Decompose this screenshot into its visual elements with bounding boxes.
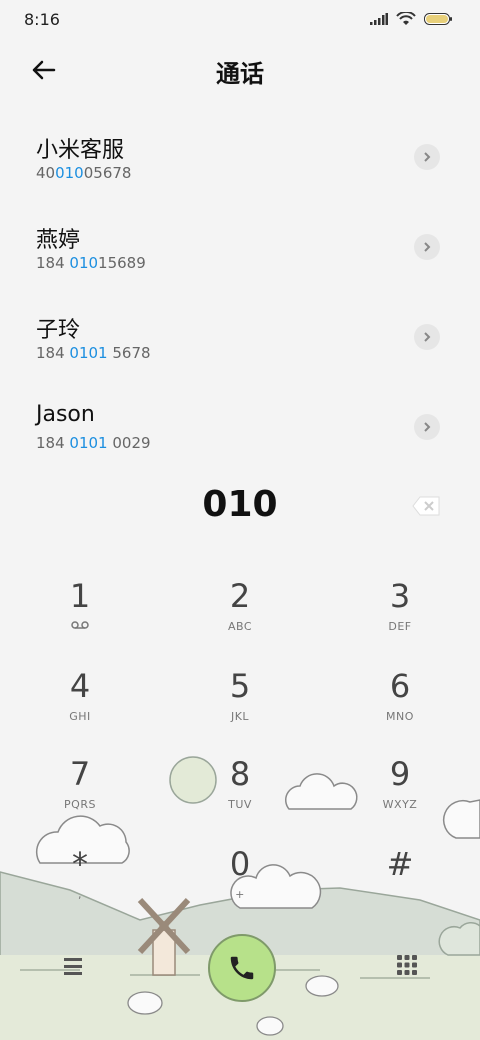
key-star[interactable]: * , bbox=[20, 848, 140, 928]
contact-name: 子玲 bbox=[36, 318, 81, 343]
signal-icon bbox=[370, 13, 388, 25]
contact-name: Jason bbox=[36, 402, 95, 427]
key-digit: 8 bbox=[229, 755, 251, 793]
key-5[interactable]: 5 JKL bbox=[180, 670, 300, 750]
contact-number: 184 01015689 bbox=[36, 254, 146, 272]
contact-detail-button[interactable] bbox=[414, 324, 440, 350]
key-8[interactable]: 8 TUV bbox=[180, 758, 300, 838]
keypad-toggle-button[interactable] bbox=[396, 954, 418, 976]
contact-number: 4001005678 bbox=[36, 164, 132, 182]
key-digit: 0 bbox=[229, 845, 251, 883]
key-letters: JKL bbox=[230, 710, 250, 723]
key-3[interactable]: 3 DEF bbox=[340, 580, 460, 660]
voicemail-icon bbox=[20, 620, 140, 633]
contact-detail-button[interactable] bbox=[414, 144, 440, 170]
contact-number: 184 0101 5678 bbox=[36, 344, 151, 362]
delete-button[interactable] bbox=[412, 496, 440, 516]
key-letters: + bbox=[235, 888, 245, 901]
page-title: 通话 bbox=[216, 60, 264, 88]
contact-row[interactable]: 子玲 184 0101 5678 bbox=[0, 298, 480, 388]
bottom-actions bbox=[0, 928, 480, 1008]
key-letters: MNO bbox=[386, 710, 414, 723]
wifi-icon bbox=[396, 12, 416, 25]
key-6[interactable]: 6 MNO bbox=[340, 670, 460, 750]
key-letters: , bbox=[78, 888, 82, 901]
contact-row[interactable]: 小米客服 4001005678 bbox=[0, 118, 480, 208]
key-letters: WXYZ bbox=[382, 798, 418, 811]
key-digit: 9 bbox=[389, 755, 411, 793]
key-digit: 6 bbox=[389, 667, 411, 705]
key-digit: * bbox=[72, 845, 88, 883]
key-digit: # bbox=[386, 845, 414, 883]
contact-row[interactable]: Jason 184 0101 0029 bbox=[0, 388, 480, 478]
battery-icon bbox=[424, 13, 452, 25]
key-hash[interactable]: # bbox=[340, 848, 460, 928]
key-7[interactable]: 7 PQRS bbox=[20, 758, 140, 838]
key-4[interactable]: 4 GHI bbox=[20, 670, 140, 750]
key-letters: GHI bbox=[69, 710, 91, 723]
contact-name: 燕婷 bbox=[36, 228, 81, 253]
key-letters: PQRS bbox=[64, 798, 96, 811]
key-letters: DEF bbox=[388, 620, 412, 633]
status-bar: 8:16 bbox=[0, 0, 480, 40]
key-digit: 3 bbox=[389, 577, 411, 615]
menu-icon bbox=[64, 958, 82, 975]
chevron-right-icon bbox=[424, 242, 431, 252]
header: 通话 bbox=[0, 44, 480, 96]
contact-name: 小米客服 bbox=[36, 138, 125, 163]
key-9[interactable]: 9 WXYZ bbox=[340, 758, 460, 838]
key-letters: TUV bbox=[228, 798, 252, 811]
phone-icon bbox=[230, 956, 254, 980]
key-1[interactable]: 1 bbox=[20, 580, 140, 660]
dialed-number: 010 bbox=[202, 484, 278, 525]
key-digit: 2 bbox=[229, 577, 251, 615]
contact-results: 小米客服 4001005678 燕婷 184 01015689 子玲 184 0… bbox=[0, 118, 480, 478]
chevron-right-icon bbox=[424, 332, 431, 342]
menu-button[interactable] bbox=[60, 956, 86, 976]
key-digit: 5 bbox=[229, 667, 251, 705]
key-digit: 4 bbox=[69, 667, 91, 705]
contact-number: 184 0101 0029 bbox=[36, 434, 151, 452]
contact-row[interactable]: 燕婷 184 01015689 bbox=[0, 208, 480, 298]
contact-detail-button[interactable] bbox=[414, 234, 440, 260]
call-button[interactable] bbox=[208, 934, 276, 1002]
chevron-right-icon bbox=[424, 422, 431, 432]
keypad-icon bbox=[397, 955, 417, 975]
key-0[interactable]: 0 + bbox=[180, 848, 300, 928]
chevron-right-icon bbox=[424, 152, 431, 162]
backspace-icon bbox=[412, 496, 440, 516]
key-digit: 7 bbox=[69, 755, 91, 793]
status-icons bbox=[370, 12, 452, 26]
key-digit: 1 bbox=[69, 577, 91, 615]
key-letters: ABC bbox=[227, 620, 253, 633]
key-2[interactable]: 2 ABC bbox=[180, 580, 300, 660]
contact-detail-button[interactable] bbox=[414, 414, 440, 440]
status-time: 8:16 bbox=[24, 10, 60, 29]
